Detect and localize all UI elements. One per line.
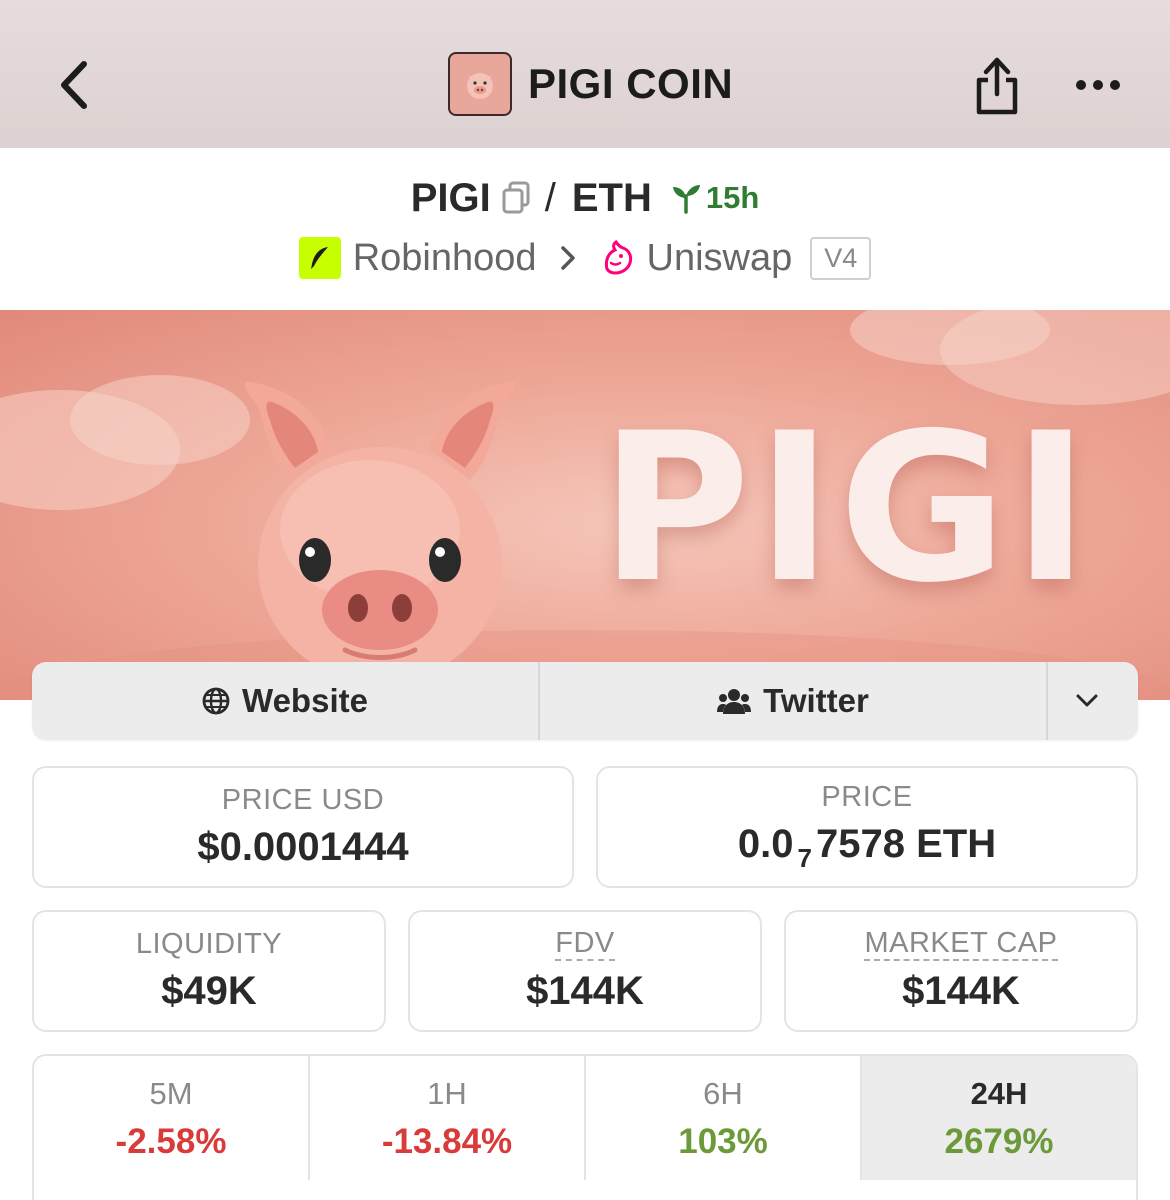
tab-1h-label: 1H — [427, 1076, 467, 1111]
dex-name[interactable]: Uniswap — [647, 237, 793, 280]
price-eth-card: PRICE 0.0 7 7578 ETH — [596, 766, 1138, 888]
price-eth-prefix: 0.0 — [737, 821, 794, 866]
website-label: Website — [242, 682, 368, 719]
banner-wordmark: PIGI — [600, 390, 1096, 628]
price-usd-value: $0.0001444 — [197, 825, 409, 869]
copy-icon — [502, 181, 530, 214]
fdv-value: $144K — [526, 968, 644, 1013]
chain-name[interactable]: Robinhood — [353, 237, 537, 280]
price-eth-zero-count: 7 — [797, 842, 812, 873]
market-cap-card[interactable]: MARKET CAP $144K — [784, 910, 1138, 1032]
liquidity-label: LIQUIDITY — [135, 928, 283, 960]
tab-24h[interactable]: 24H 2679% — [862, 1056, 1136, 1180]
market-cap-value: $144K — [902, 968, 1020, 1013]
pair-quote-symbol: ETH — [571, 175, 652, 220]
globe-icon — [202, 687, 230, 715]
tab-1h-change: -13.84% — [381, 1122, 513, 1161]
liquidity-value: $49K — [161, 969, 257, 1013]
tab-24h-label: 24H — [970, 1076, 1028, 1111]
top-app-bar: PIGI COIN — [0, 0, 1170, 148]
more-options-button[interactable] — [1068, 60, 1128, 110]
price-usd-card: PRICE USD $0.0001444 — [32, 766, 574, 888]
links-bar: Website Twitter — [32, 662, 1138, 740]
liquidity-card: LIQUIDITY $49K — [32, 910, 386, 1032]
chevron-left-icon — [61, 61, 87, 109]
robinhood-logo — [298, 237, 341, 279]
more-links-dropdown[interactable] — [1048, 662, 1138, 740]
pair-row: PIGI / ETH 15h — [0, 168, 1170, 228]
pig-face-icon — [244, 381, 516, 683]
token-logo — [448, 52, 512, 116]
twitter-label: Twitter — [763, 682, 869, 719]
uniswap-unicorn-icon — [599, 239, 637, 277]
price-usd-label: PRICE USD — [221, 784, 385, 816]
price-eth-value: 0.0 7 7578 ETH — [738, 822, 996, 874]
tab-5m-label: 5M — [149, 1076, 193, 1111]
pair-base-symbol: PIGI — [410, 175, 491, 220]
tab-5m[interactable]: 5M -2.58% — [34, 1056, 310, 1180]
price-eth-suffix: 7578 ETH — [815, 821, 997, 866]
website-button[interactable]: Website — [32, 662, 540, 740]
page-title: PIGI COIN — [528, 60, 734, 107]
market-cap-label[interactable]: MARKET CAP — [864, 928, 1058, 961]
fdv-card[interactable]: FDV $144K — [408, 910, 762, 1032]
more-horizontal-icon — [1076, 80, 1120, 90]
dex-version-badge: V4 — [810, 236, 872, 280]
dex-row: Robinhood Uniswap V4 — [0, 232, 1170, 284]
pair-age: 15h — [705, 180, 760, 215]
users-icon — [717, 689, 752, 714]
sprout-icon — [672, 185, 700, 214]
tab-24h-change: 2679% — [944, 1122, 1054, 1161]
tab-1h[interactable]: 1H -13.84% — [310, 1056, 586, 1180]
chevron-right-icon — [559, 244, 577, 272]
share-button[interactable] — [966, 52, 1028, 118]
pair-age-badge: 15h — [670, 180, 759, 216]
token-banner: PIGI — [0, 310, 1170, 700]
pig-icon — [467, 73, 493, 99]
timeframe-tabs: 5M -2.58% 1H -13.84% 6H 103% 24H 2679% — [32, 1054, 1138, 1200]
back-button[interactable] — [48, 56, 98, 114]
fdv-label[interactable]: FDV — [555, 928, 615, 961]
share-icon — [976, 57, 1018, 115]
twitter-button[interactable]: Twitter — [540, 662, 1048, 740]
price-eth-label: PRICE — [821, 780, 913, 813]
copy-address-button[interactable] — [501, 181, 531, 215]
tab-6h-label: 6H — [703, 1076, 743, 1111]
tab-5m-change: -2.58% — [115, 1122, 227, 1161]
token-title: PIGI COIN — [448, 52, 733, 116]
tab-6h[interactable]: 6H 103% — [586, 1056, 862, 1180]
feather-icon — [310, 247, 328, 269]
tab-6h-change: 103% — [678, 1122, 768, 1161]
pair-separator: / — [544, 175, 556, 220]
chevron-down-icon — [1076, 694, 1098, 707]
